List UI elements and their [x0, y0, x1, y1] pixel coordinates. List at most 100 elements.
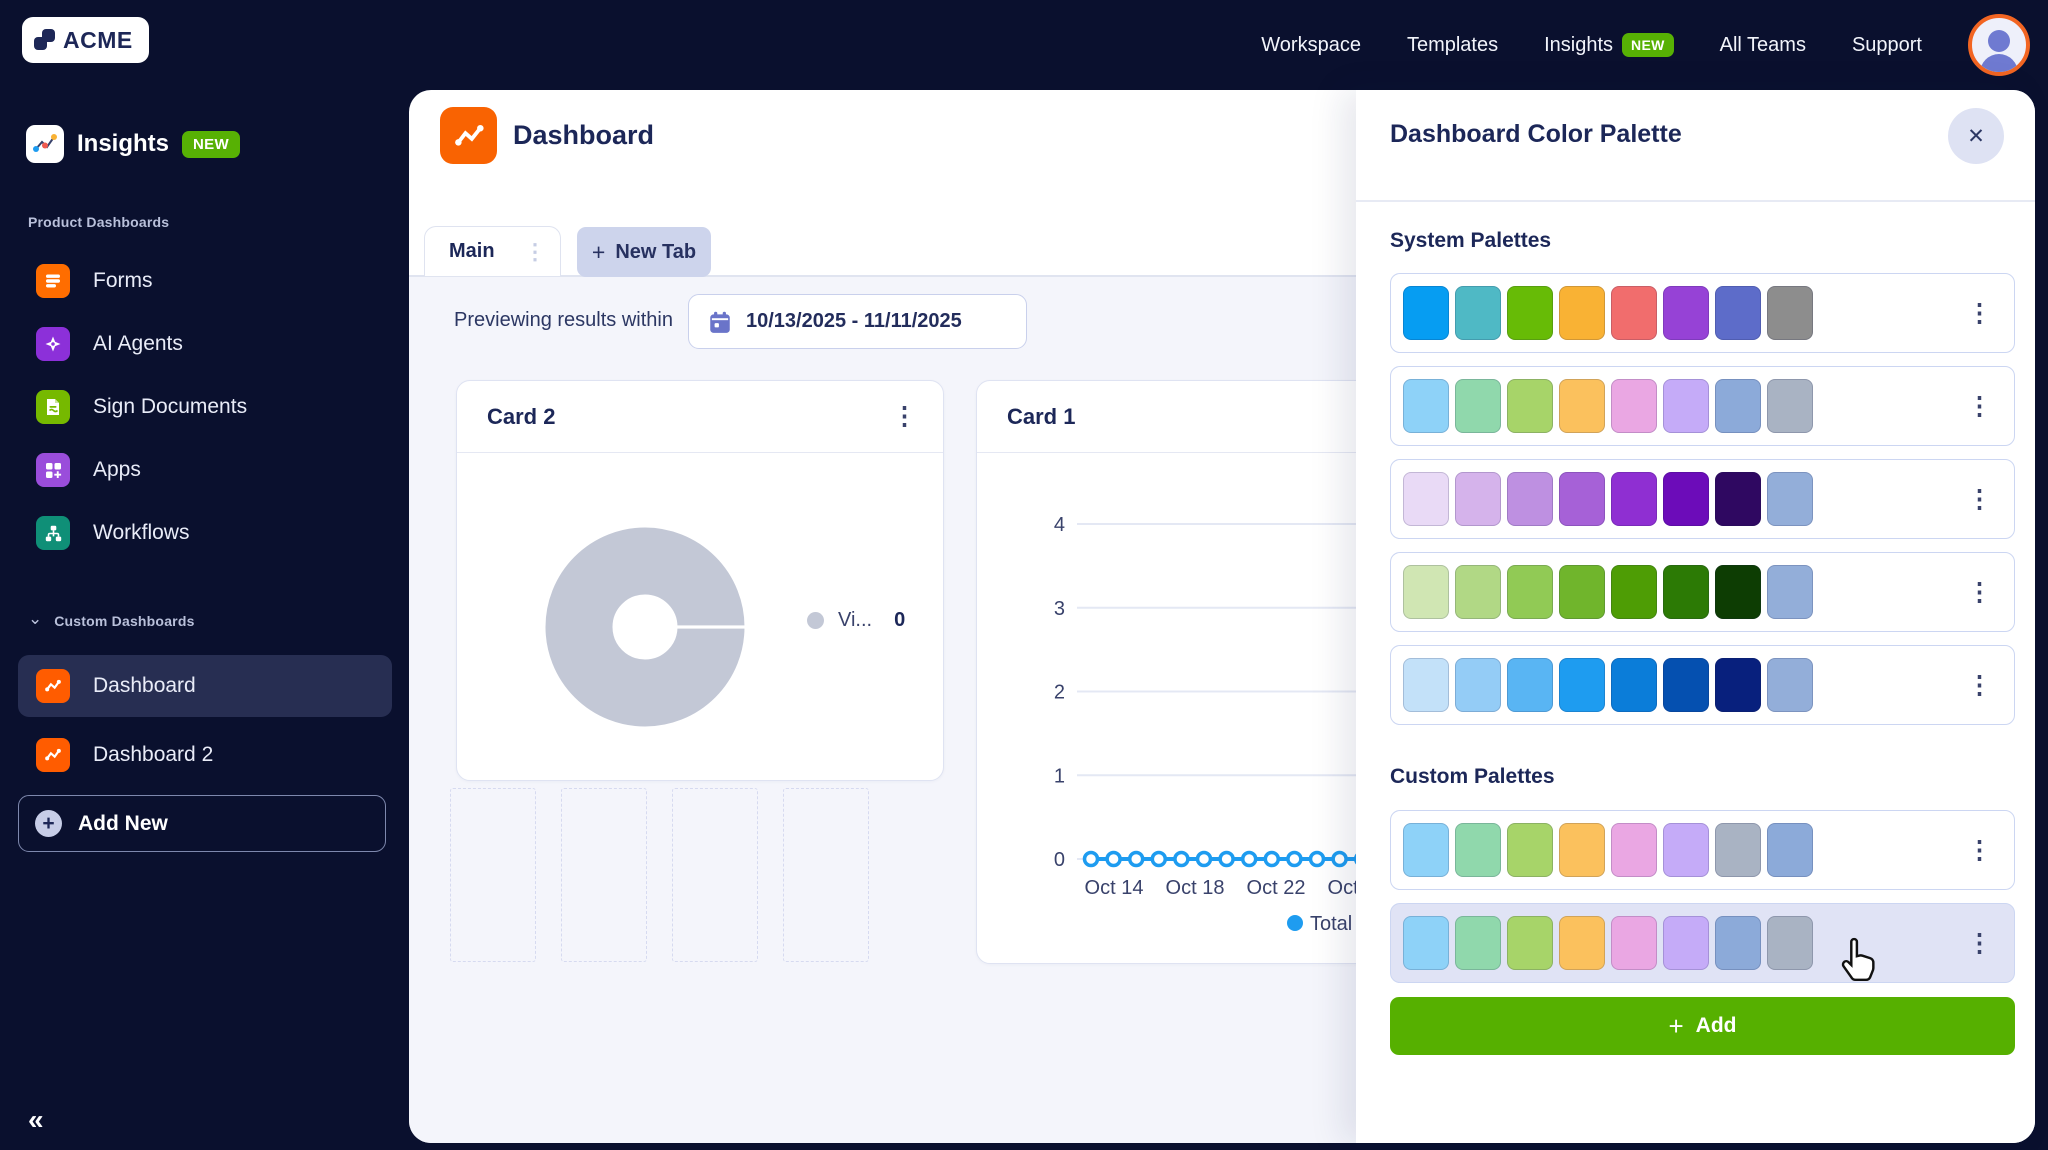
tab-options-kebab-icon[interactable]: ⋮ [524, 240, 546, 263]
card-2-kebab-icon[interactable]: ⋮ [892, 404, 917, 429]
sidebar-item-sign-documents[interactable]: Sign Documents [18, 376, 392, 438]
color-swatch[interactable] [1663, 565, 1709, 619]
color-swatch[interactable] [1455, 286, 1501, 340]
color-swatch[interactable] [1663, 823, 1709, 877]
color-swatch[interactable] [1611, 916, 1657, 970]
sidebar-app-header: Insights NEW [26, 125, 240, 163]
color-swatch[interactable] [1611, 823, 1657, 877]
system-palette-row-5[interactable]: ⋮ [1390, 645, 2015, 725]
color-swatch[interactable] [1559, 379, 1605, 433]
color-swatch[interactable] [1611, 472, 1657, 526]
color-swatch[interactable] [1403, 472, 1449, 526]
color-swatch[interactable] [1559, 472, 1605, 526]
color-swatch[interactable] [1715, 658, 1761, 712]
acme-logo[interactable]: ACME [22, 17, 149, 63]
color-swatch[interactable] [1715, 823, 1761, 877]
color-swatch[interactable] [1663, 916, 1709, 970]
color-swatch[interactable] [1559, 916, 1605, 970]
palette-kebab-icon[interactable]: ⋮ [1967, 393, 1992, 419]
palette-kebab-icon[interactable]: ⋮ [1967, 486, 1992, 512]
system-palette-row-4[interactable]: ⋮ [1390, 552, 2015, 632]
custom-palette-row-2[interactable]: ⋮ [1390, 903, 2015, 983]
system-palette-row-2[interactable]: ⋮ [1390, 366, 2015, 446]
color-swatch[interactable] [1767, 916, 1813, 970]
color-swatch[interactable] [1455, 823, 1501, 877]
color-swatch[interactable] [1715, 565, 1761, 619]
color-swatch[interactable] [1611, 565, 1657, 619]
plus-circle-icon: + [35, 810, 62, 837]
color-swatch[interactable] [1611, 379, 1657, 433]
system-palette-row-1[interactable]: ⋮ [1390, 273, 2015, 353]
close-icon[interactable]: ✕ [1948, 108, 2004, 164]
color-swatch[interactable] [1507, 916, 1553, 970]
color-swatch[interactable] [1663, 472, 1709, 526]
tab-main[interactable]: Main ⋮ [424, 226, 561, 276]
grid-placeholder-cell [450, 788, 536, 962]
collapse-sidebar-button[interactable]: « [28, 1104, 44, 1136]
nav-workspace[interactable]: Workspace [1261, 34, 1361, 57]
sidebar-item-apps[interactable]: Apps [18, 439, 392, 501]
color-swatch[interactable] [1767, 658, 1813, 712]
nav-support[interactable]: Support [1852, 34, 1922, 57]
color-swatch[interactable] [1403, 916, 1449, 970]
sidebar-item-forms[interactable]: Forms [18, 250, 392, 312]
palette-kebab-icon[interactable]: ⋮ [1967, 579, 1992, 605]
nav-all-teams[interactable]: All Teams [1720, 34, 1806, 57]
color-swatch[interactable] [1507, 823, 1553, 877]
date-range-picker[interactable]: 10/13/2025 - 11/11/2025 [688, 294, 1027, 349]
sidebar-item-dashboard-2[interactable]: Dashboard 2 [18, 724, 392, 786]
nav-insights[interactable]: Insights NEW [1544, 33, 1674, 57]
color-swatch[interactable] [1611, 658, 1657, 712]
color-swatch[interactable] [1663, 658, 1709, 712]
color-swatch[interactable] [1507, 379, 1553, 433]
color-swatch[interactable] [1455, 658, 1501, 712]
color-swatch[interactable] [1715, 379, 1761, 433]
palette-kebab-icon[interactable]: ⋮ [1967, 837, 1992, 863]
sidebar-item-dashboard[interactable]: Dashboard [18, 655, 392, 717]
color-swatch[interactable] [1559, 286, 1605, 340]
new-tab-button[interactable]: + New Tab [577, 227, 711, 277]
palette-kebab-icon[interactable]: ⋮ [1967, 930, 1992, 956]
color-swatch[interactable] [1611, 286, 1657, 340]
section-custom-dashboards[interactable]: ⌄ Custom Dashboards [28, 610, 195, 629]
color-swatch[interactable] [1507, 658, 1553, 712]
color-swatch[interactable] [1715, 916, 1761, 970]
color-swatch[interactable] [1403, 286, 1449, 340]
color-swatch[interactable] [1767, 823, 1813, 877]
user-avatar[interactable] [1968, 14, 2030, 76]
legend-value: 0 [894, 609, 906, 631]
color-swatch[interactable] [1767, 379, 1813, 433]
color-swatch[interactable] [1403, 658, 1449, 712]
color-swatch[interactable] [1663, 286, 1709, 340]
color-swatch[interactable] [1507, 565, 1553, 619]
svg-text:Oct 22: Oct 22 [1247, 877, 1306, 899]
color-swatch[interactable] [1559, 658, 1605, 712]
color-swatch[interactable] [1507, 472, 1553, 526]
sidebar-item-workflows[interactable]: Workflows [18, 502, 392, 564]
add-new-button[interactable]: + Add New [18, 795, 386, 852]
nav-templates[interactable]: Templates [1407, 34, 1498, 57]
palette-kebab-icon[interactable]: ⋮ [1967, 672, 1992, 698]
color-swatch[interactable] [1559, 823, 1605, 877]
color-swatch[interactable] [1455, 472, 1501, 526]
palette-kebab-icon[interactable]: ⋮ [1967, 300, 1992, 326]
color-swatch[interactable] [1403, 379, 1449, 433]
swatch-group [1403, 823, 1967, 877]
color-swatch[interactable] [1507, 286, 1553, 340]
color-swatch[interactable] [1455, 565, 1501, 619]
custom-palette-row-1[interactable]: ⋮ [1390, 810, 2015, 890]
color-swatch[interactable] [1403, 823, 1449, 877]
color-swatch[interactable] [1559, 565, 1605, 619]
color-swatch[interactable] [1715, 286, 1761, 340]
color-swatch[interactable] [1767, 286, 1813, 340]
sidebar-item-ai-agents[interactable]: AI Agents [18, 313, 392, 375]
system-palette-row-3[interactable]: ⋮ [1390, 459, 2015, 539]
color-swatch[interactable] [1455, 916, 1501, 970]
color-swatch[interactable] [1455, 379, 1501, 433]
color-swatch[interactable] [1767, 472, 1813, 526]
color-swatch[interactable] [1715, 472, 1761, 526]
color-swatch[interactable] [1403, 565, 1449, 619]
add-palette-button[interactable]: + Add [1390, 997, 2015, 1055]
color-swatch[interactable] [1663, 379, 1709, 433]
color-swatch[interactable] [1767, 565, 1813, 619]
